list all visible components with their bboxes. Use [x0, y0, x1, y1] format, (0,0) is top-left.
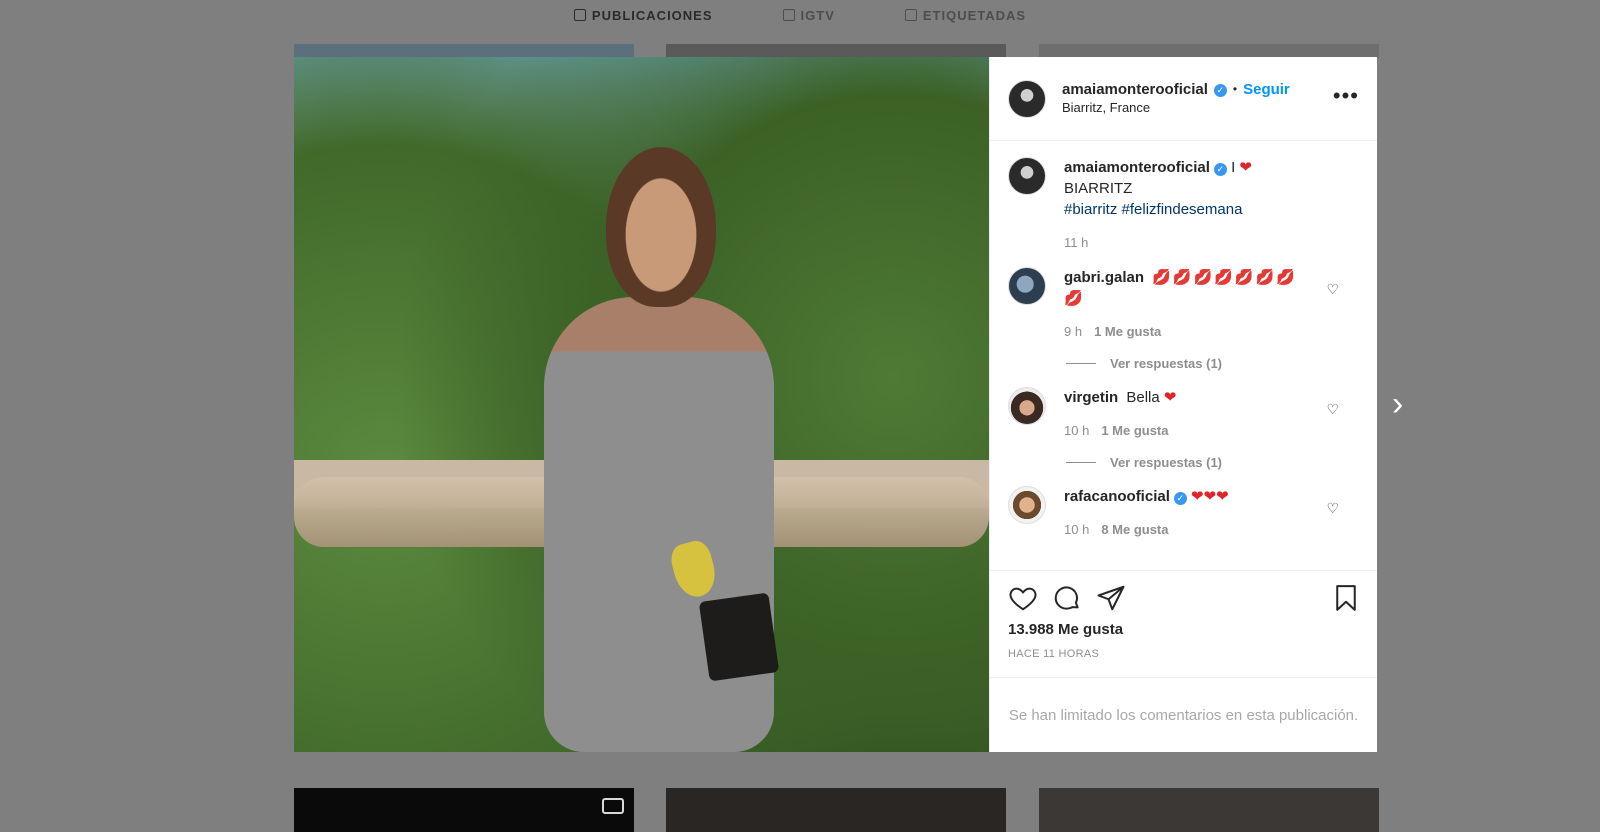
comment-likes[interactable]: 1 Me gusta [1101, 420, 1168, 441]
save-bookmark-icon[interactable] [1331, 583, 1361, 613]
replies-label: Ver respuestas (1) [1110, 356, 1223, 371]
replies-line [1066, 462, 1096, 463]
follow-button[interactable]: Seguir [1243, 80, 1290, 100]
verified-badge-icon: ✓ [1213, 163, 1227, 176]
replies-line [1066, 363, 1096, 364]
comment-likes[interactable]: 8 Me gusta [1101, 519, 1168, 540]
verified-badge-icon: ✓ [1173, 492, 1187, 505]
red-heart-icon: ❤ [1239, 159, 1252, 176]
post-sidebar: amaiamonterooficial ✓ • Seguir Biarritz,… [989, 57, 1377, 752]
replies-label: Ver respuestas (1) [1110, 455, 1223, 470]
separator-dot: • [1232, 82, 1238, 97]
grid-post-thumbnail[interactable] [666, 44, 1006, 58]
next-post-chevron-icon[interactable]: › [1392, 387, 1414, 421]
grid-icon [573, 9, 586, 21]
grid-post-thumbnail[interactable] [294, 788, 634, 832]
comment-time[interactable]: 10 h [1064, 519, 1089, 540]
caption-text-suffix: BIARRITZ [1064, 180, 1133, 197]
like-comment-heart-icon[interactable]: ♡ [1326, 281, 1339, 298]
like-heart-icon[interactable] [1008, 583, 1038, 613]
red-heart-icon: ❤❤❤ [1191, 488, 1229, 505]
post-location[interactable]: Biarritz, France [1062, 100, 1290, 117]
grid-post-thumbnail[interactable] [1039, 44, 1379, 58]
caption-username[interactable]: amaiamonterooficial [1064, 159, 1210, 176]
verified-badge-icon: ✓ [1213, 83, 1227, 97]
tagged-icon [904, 9, 917, 21]
post-modal: amaiamonterooficial ✓ • Seguir Biarritz,… [294, 57, 1377, 752]
more-options-icon[interactable]: ••• [1333, 85, 1359, 107]
tab-label: PUBLICACIONES [591, 7, 713, 23]
igtv-icon [782, 9, 795, 21]
comment-bubble-icon[interactable] [1052, 583, 1082, 613]
avatar[interactable] [1008, 79, 1046, 118]
video-camera-icon [602, 798, 624, 814]
avatar[interactable] [1008, 486, 1046, 524]
post-time-ago[interactable]: HACE 11 HORAS [1008, 648, 1361, 660]
avatar[interactable] [1008, 387, 1046, 425]
comment-username[interactable]: rafacanooficial [1064, 488, 1170, 505]
profile-tabs: PUBLICACIONES IGTV ETIQUETADAS [0, 0, 1600, 30]
grid-post-thumbnail[interactable] [294, 44, 634, 58]
comment-likes[interactable]: 1 Me gusta [1094, 321, 1161, 342]
tab-igtv[interactable]: IGTV [782, 7, 835, 23]
view-replies-button[interactable]: Ver respuestas (1) [1066, 455, 1361, 470]
caption-hashtags[interactable]: #biarritz #felizfindesemana [1064, 201, 1242, 218]
avatar[interactable] [1008, 157, 1046, 195]
post-username[interactable]: amaiamonterooficial [1062, 80, 1208, 100]
photo-figure-body [544, 297, 774, 752]
comments-limited-notice: Se han limitado los comentarios en esta … [990, 677, 1377, 752]
post-photo[interactable] [294, 57, 989, 752]
comment-time[interactable]: 9 h [1064, 321, 1082, 342]
red-heart-icon: ❤ [1163, 389, 1177, 406]
like-comment-heart-icon[interactable]: ♡ [1326, 500, 1339, 517]
comment-time[interactable]: 10 h [1064, 420, 1089, 441]
comments-list[interactable]: amaiamonterooficial ✓ I ❤ BIARRITZ #biarr… [990, 141, 1377, 570]
likes-count[interactable]: 13.988 Me gusta [1008, 621, 1361, 638]
caption-text-prefix: I [1231, 159, 1236, 176]
caption: amaiamonterooficial ✓ I ❤ BIARRITZ #biarr… [1008, 157, 1361, 253]
tab-publicaciones[interactable]: PUBLICACIONES [573, 7, 713, 23]
grid-post-thumbnail[interactable] [666, 788, 1006, 832]
post-header: amaiamonterooficial ✓ • Seguir Biarritz,… [990, 57, 1377, 141]
photo-figure-head [606, 147, 716, 307]
avatar[interactable] [1008, 267, 1046, 305]
grid-post-thumbnail[interactable] [1039, 788, 1379, 832]
share-paper-plane-icon[interactable] [1096, 583, 1126, 613]
comment-text: Bella [1126, 389, 1160, 406]
view-replies-button[interactable]: Ver respuestas (1) [1066, 356, 1361, 371]
tab-label: IGTV [800, 7, 835, 23]
like-comment-heart-icon[interactable]: ♡ [1326, 401, 1339, 418]
comment-item: gabri.galan 💋💋💋💋💋💋💋💋 9 h 1 Me gusta ♡ [1008, 267, 1361, 342]
tab-etiquetadas[interactable]: ETIQUETADAS [904, 7, 1027, 23]
post-actions-area: 13.988 Me gusta HACE 11 HORAS [990, 570, 1377, 677]
photo-bag [698, 592, 780, 682]
comment-username[interactable]: gabri.galan [1064, 269, 1144, 286]
caption-time[interactable]: 11 h [1064, 232, 1088, 253]
comment-item: virgetin Bella ❤ 10 h 1 Me gusta ♡ [1008, 387, 1361, 441]
comment-item: rafacanooficial ✓ ❤❤❤ 10 h 8 Me gusta ♡ [1008, 486, 1361, 540]
comment-username[interactable]: virgetin [1064, 389, 1118, 406]
tab-label: ETIQUETADAS [922, 7, 1027, 23]
